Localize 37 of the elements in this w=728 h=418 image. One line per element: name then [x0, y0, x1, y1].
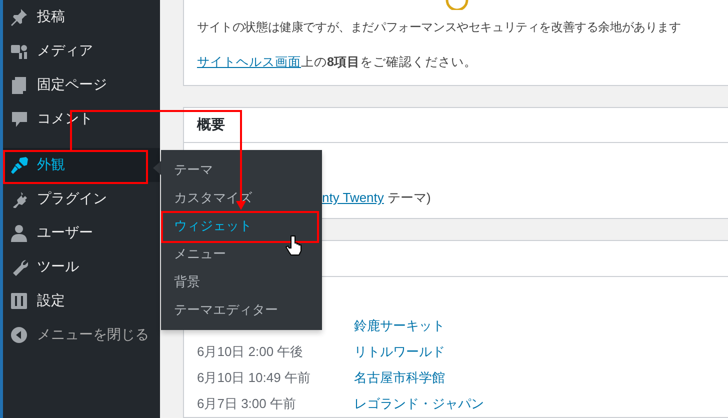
sidebar-item[interactable]: 設定: [3, 284, 160, 318]
post-date: 6月10日 10:49 午前: [197, 370, 310, 385]
media-icon: [10, 42, 28, 60]
status-ring-icon: [445, 0, 469, 10]
brush-icon: [10, 156, 28, 174]
collapse-menu-button[interactable]: メニューを閉じる: [3, 318, 160, 352]
theme-link[interactable]: nty Twenty: [322, 190, 384, 205]
pin-icon: [10, 8, 28, 26]
submenu-item[interactable]: テーマエディター: [161, 296, 322, 324]
post-title-link[interactable]: 名古屋市科学館: [354, 369, 445, 387]
sidebar-item[interactable]: メディア: [3, 34, 160, 68]
theme-suffix: テーマ): [386, 190, 431, 205]
submenu-item[interactable]: 背景: [161, 268, 322, 296]
sidebar-item[interactable]: 固定ページ: [3, 68, 160, 102]
submenu-item[interactable]: テーマ: [161, 156, 322, 184]
post-title-link[interactable]: リトルワールド: [354, 343, 445, 361]
card-title: 概要: [184, 108, 728, 143]
post-title-link[interactable]: 鈴鹿サーキット: [354, 317, 445, 335]
sidebar-item[interactable]: ユーザー: [3, 216, 160, 250]
health-note: 上の8項目をご確認ください。: [301, 55, 478, 69]
submenu-item[interactable]: ウィジェット: [161, 212, 322, 240]
comment-icon: [10, 110, 28, 128]
submenu-item[interactable]: メニュー: [161, 240, 322, 268]
settings-icon: [10, 292, 28, 310]
user-icon: [10, 224, 28, 242]
sidebar-item[interactable]: 外観: [3, 148, 160, 182]
site-health-link[interactable]: サイトヘルス画面: [197, 55, 301, 69]
sidebar-item[interactable]: 投稿: [3, 0, 160, 34]
sidebar-item[interactable]: ツール: [3, 250, 160, 284]
post-date: 6月10日 2:00 午後: [197, 344, 304, 359]
sidebar-item[interactable]: プラグイン: [3, 182, 160, 216]
collapse-icon: [10, 326, 28, 344]
post-date: 6月7日 3:00 午前: [197, 396, 296, 411]
hand-cursor-icon: [285, 236, 302, 256]
post-title-link[interactable]: レゴランド・ジャパン: [354, 395, 484, 413]
pages-icon: [10, 76, 28, 94]
health-message: サイトの状態は健康ですが、まだパフォーマンスやセキュリティを改善する余地があります: [197, 19, 682, 36]
